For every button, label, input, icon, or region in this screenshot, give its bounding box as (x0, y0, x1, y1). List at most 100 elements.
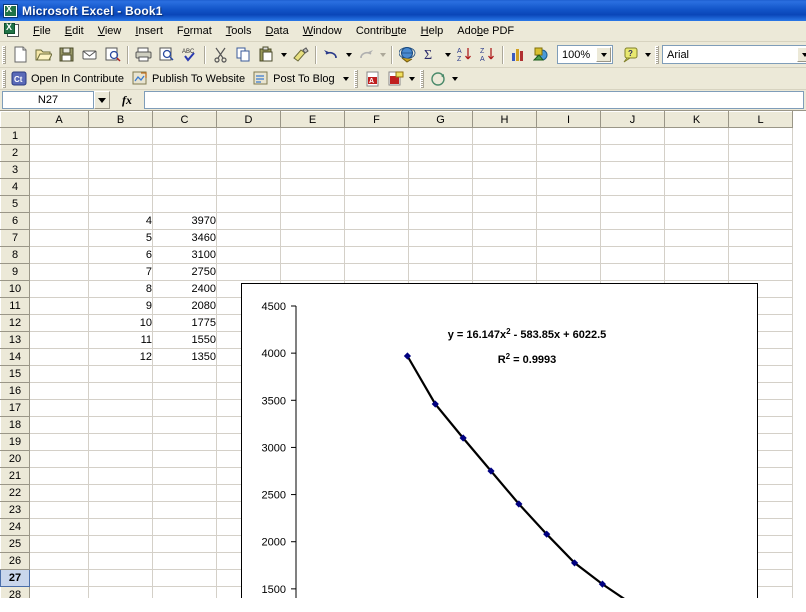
cell-B10[interactable]: 8 (89, 281, 153, 298)
zoom-dropdown-icon[interactable] (596, 47, 611, 62)
formatting-toolbar-grip[interactable] (655, 46, 659, 64)
cell-K9[interactable] (665, 264, 729, 281)
cell-F7[interactable] (345, 230, 409, 247)
cell-A7[interactable] (30, 230, 89, 247)
cell-C4[interactable] (153, 179, 217, 196)
column-header-k[interactable]: K (665, 112, 729, 128)
cell-A21[interactable] (30, 468, 89, 485)
cell-K2[interactable] (665, 145, 729, 162)
cell-L7[interactable] (729, 230, 793, 247)
pdf-overflow-icon[interactable] (407, 68, 418, 90)
cell-I9[interactable] (537, 264, 601, 281)
cell-B14[interactable]: 12 (89, 349, 153, 366)
undo-dropdown-icon[interactable] (343, 44, 354, 66)
cell-A20[interactable] (30, 451, 89, 468)
save-icon[interactable] (55, 44, 78, 66)
row-header-13[interactable]: 13 (1, 332, 30, 349)
cell-B1[interactable] (89, 128, 153, 145)
post-to-blog-button[interactable]: Post To Blog (251, 71, 341, 86)
cell-J4[interactable] (601, 179, 665, 196)
cell-I6[interactable] (537, 213, 601, 230)
column-header-a[interactable]: A (30, 112, 89, 128)
cell-B9[interactable]: 7 (89, 264, 153, 281)
row-header-9[interactable]: 9 (1, 264, 30, 281)
cell-F3[interactable] (345, 162, 409, 179)
cell-B25[interactable] (89, 536, 153, 553)
cell-H9[interactable] (473, 264, 537, 281)
cell-J6[interactable] (601, 213, 665, 230)
cell-B21[interactable] (89, 468, 153, 485)
cell-A1[interactable] (30, 128, 89, 145)
cell-A2[interactable] (30, 145, 89, 162)
cell-A25[interactable] (30, 536, 89, 553)
cell-I5[interactable] (537, 196, 601, 213)
publish-to-website-button[interactable]: Publish To Website (130, 71, 251, 86)
row-header-24[interactable]: 24 (1, 519, 30, 536)
cell-A22[interactable] (30, 485, 89, 502)
cell-H8[interactable] (473, 247, 537, 264)
cell-A10[interactable] (30, 281, 89, 298)
cell-D4[interactable] (217, 179, 281, 196)
cell-C3[interactable] (153, 162, 217, 179)
cell-C24[interactable] (153, 519, 217, 536)
cell-L4[interactable] (729, 179, 793, 196)
row-header-16[interactable]: 16 (1, 383, 30, 400)
cell-B27[interactable] (89, 570, 153, 587)
row-header-19[interactable]: 19 (1, 434, 30, 451)
row-header-23[interactable]: 23 (1, 502, 30, 519)
cell-L5[interactable] (729, 196, 793, 213)
cell-J7[interactable] (601, 230, 665, 247)
cell-L6[interactable] (729, 213, 793, 230)
cell-D9[interactable] (217, 264, 281, 281)
print-icon[interactable] (132, 44, 155, 66)
cell-G9[interactable] (409, 264, 473, 281)
cell-L9[interactable] (729, 264, 793, 281)
column-header-i[interactable]: I (537, 112, 601, 128)
cell-D2[interactable] (217, 145, 281, 162)
row-header-27[interactable]: 27 (1, 570, 30, 587)
cell-F8[interactable] (345, 247, 409, 264)
cell-C21[interactable] (153, 468, 217, 485)
search-icon[interactable] (155, 44, 178, 66)
cell-G4[interactable] (409, 179, 473, 196)
cell-A15[interactable] (30, 366, 89, 383)
cell-I3[interactable] (537, 162, 601, 179)
cell-I8[interactable] (537, 247, 601, 264)
cell-E2[interactable] (281, 145, 345, 162)
undo-icon[interactable] (320, 44, 343, 66)
cell-A27[interactable] (30, 570, 89, 587)
help-dropdown-icon[interactable] (642, 44, 653, 66)
help-icon[interactable]: ? (619, 44, 642, 66)
cell-C1[interactable] (153, 128, 217, 145)
cell-C11[interactable]: 2080 (153, 298, 217, 315)
cell-B19[interactable] (89, 434, 153, 451)
acrobat-toolbar-grip[interactable] (354, 70, 358, 88)
menu-item-view[interactable]: View (91, 23, 129, 39)
open-icon[interactable] (32, 44, 55, 66)
cell-C25[interactable] (153, 536, 217, 553)
cell-C27[interactable] (153, 570, 217, 587)
cell-L3[interactable] (729, 162, 793, 179)
cell-D5[interactable] (217, 196, 281, 213)
cell-C20[interactable] (153, 451, 217, 468)
cell-C7[interactable]: 3460 (153, 230, 217, 247)
cell-B16[interactable] (89, 383, 153, 400)
row-header-10[interactable]: 10 (1, 281, 30, 298)
cell-K1[interactable] (665, 128, 729, 145)
cell-D6[interactable] (217, 213, 281, 230)
chart-wizard-icon[interactable] (507, 44, 530, 66)
cell-J1[interactable] (601, 128, 665, 145)
font-name-combo[interactable]: Arial (662, 45, 806, 64)
cell-J9[interactable] (601, 264, 665, 281)
cell-B17[interactable] (89, 400, 153, 417)
cell-K4[interactable] (665, 179, 729, 196)
column-header-f[interactable]: F (345, 112, 409, 128)
menu-item-edit[interactable]: Edit (58, 23, 91, 39)
cell-C9[interactable]: 2750 (153, 264, 217, 281)
menu-item-contribute[interactable]: Contribute (349, 23, 414, 39)
column-header-c[interactable]: C (153, 112, 217, 128)
column-header-g[interactable]: G (409, 112, 473, 128)
cell-I1[interactable] (537, 128, 601, 145)
cell-H3[interactable] (473, 162, 537, 179)
row-header-21[interactable]: 21 (1, 468, 30, 485)
